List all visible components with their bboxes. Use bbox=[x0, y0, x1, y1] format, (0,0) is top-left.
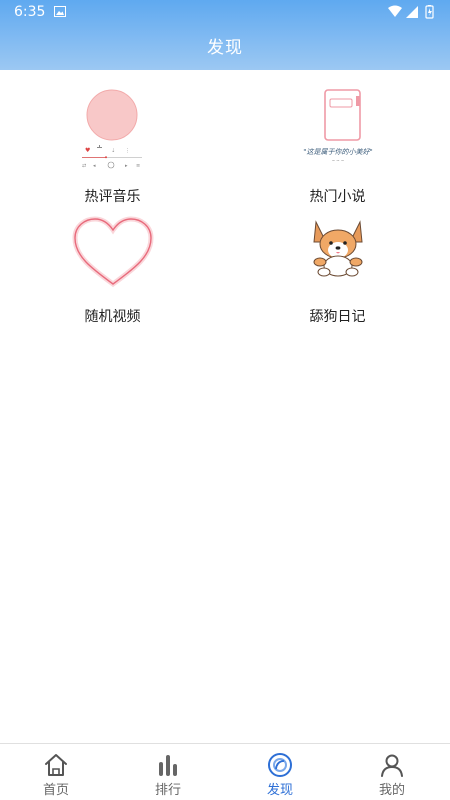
bottom-nav: 首页 排行 发现 我的 bbox=[0, 743, 450, 800]
music-player-image: ♥ ⇣ ⋮ ⇄ ◂ ▸ ≡ bbox=[81, 89, 142, 169]
tile-dog-diary[interactable]: 舔狗日记 bbox=[225, 210, 450, 340]
nav-label: 首页 bbox=[42, 783, 69, 798]
nav-label: 发现 bbox=[266, 783, 293, 798]
status-bar: 6:35 bbox=[0, 0, 450, 24]
svg-text:♥: ♥ bbox=[85, 147, 90, 154]
app-header: 6:35 发现 bbox=[0, 0, 450, 70]
svg-text:⇣: ⇣ bbox=[111, 148, 115, 154]
tile-label: 舔狗日记 bbox=[309, 309, 366, 325]
user-icon bbox=[381, 754, 403, 777]
nav-label: 我的 bbox=[378, 783, 405, 798]
nav-home[interactable]: 首页 bbox=[0, 744, 112, 800]
status-time: 6:35 bbox=[14, 4, 46, 20]
tile-hot-novels[interactable]: "这是属于你的小美好" ~ ~ ~ 热门小说 bbox=[225, 80, 450, 210]
tile-random-video[interactable]: 随机视频 bbox=[0, 210, 225, 340]
nav-ranking[interactable]: 排行 bbox=[112, 744, 224, 800]
bar-chart-icon bbox=[159, 755, 177, 776]
nav-label: 排行 bbox=[154, 783, 181, 798]
image-notification-icon bbox=[54, 6, 66, 17]
nav-profile[interactable]: 我的 bbox=[336, 744, 448, 800]
svg-text:⇄: ⇄ bbox=[82, 163, 86, 169]
page-title: 发现 bbox=[207, 38, 243, 58]
tile-label: 热评音乐 bbox=[84, 189, 141, 205]
home-icon bbox=[45, 754, 67, 776]
discover-icon bbox=[268, 753, 292, 777]
notebook-caption: "这是属于你的小美好" bbox=[303, 148, 372, 156]
nav-discover[interactable]: 发现 bbox=[224, 744, 336, 800]
heart-image bbox=[71, 216, 154, 288]
svg-text:⋮: ⋮ bbox=[125, 148, 130, 154]
svg-text:▸: ▸ bbox=[125, 163, 128, 169]
svg-text:~ ~ ~: ~ ~ ~ bbox=[331, 158, 344, 163]
corgi-image bbox=[312, 220, 363, 277]
status-indicators-icon bbox=[388, 5, 434, 19]
tile-label: 热门小说 bbox=[309, 189, 366, 205]
notebook-image: "这是属于你的小美好" ~ ~ ~ bbox=[303, 89, 372, 163]
svg-text:≡: ≡ bbox=[136, 163, 140, 169]
tile-hot-music[interactable]: ♥ ⇣ ⋮ ⇄ ◂ ▸ ≡ 热评音乐 bbox=[0, 80, 225, 210]
tile-label: 随机视频 bbox=[84, 309, 141, 325]
svg-text:◂: ◂ bbox=[93, 163, 96, 169]
